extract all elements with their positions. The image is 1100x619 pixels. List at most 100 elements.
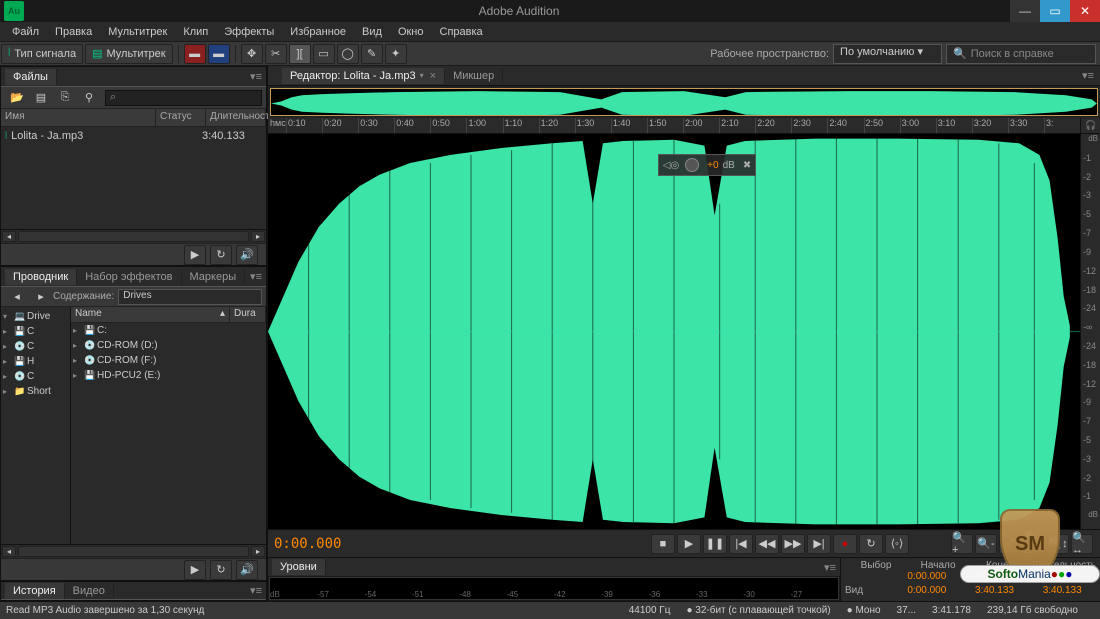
zoom-sel-button[interactable]: 🔍▭ xyxy=(1023,534,1045,554)
files-filter[interactable]: ⌕ xyxy=(105,90,262,106)
close-file-button[interactable]: ⚲ xyxy=(78,88,100,108)
video-tab[interactable]: Видео xyxy=(65,583,114,599)
files-hscroll[interactable]: ◂▸ xyxy=(1,229,266,243)
waveform-view-button[interactable]: ⦚Тип сигнала xyxy=(1,44,83,64)
loop-button[interactable]: ↻ xyxy=(859,534,883,554)
menu-window[interactable]: Окно xyxy=(390,24,432,40)
close-button[interactable]: ✕ xyxy=(1070,0,1100,22)
panel-menu-icon[interactable]: ▾≡ xyxy=(250,584,262,597)
zoom-out-vert-button[interactable]: 🔍↔ xyxy=(1071,534,1093,554)
menu-effects[interactable]: Эффекты xyxy=(216,24,282,40)
play-button[interactable]: ▶ xyxy=(677,534,701,554)
forward-button[interactable]: ▶▶ xyxy=(781,534,805,554)
volume-knob[interactable] xyxy=(685,158,699,172)
title-bar: Au Adobe Audition — ▭ ✕ xyxy=(0,0,1100,22)
audio-file-icon: ⦚ xyxy=(5,131,7,142)
spectral-freq-button[interactable]: ▬ xyxy=(184,44,206,64)
chevron-down-icon[interactable]: ▾ xyxy=(420,71,424,80)
tool-lasso[interactable]: ◯ xyxy=(337,44,359,64)
browser-auto-button[interactable]: 🔊 xyxy=(236,560,258,580)
help-search[interactable]: 🔍Поиск в справке xyxy=(946,44,1096,64)
volume-hud[interactable]: ◁◎ +0dB ✖ xyxy=(658,154,756,176)
menu-bar: Файл Правка Мультитрек Клип Эффекты Избр… xyxy=(0,22,1100,42)
view-start[interactable]: 0:00.000 xyxy=(893,585,961,599)
new-file-button[interactable]: ▤ xyxy=(30,88,52,108)
minimize-button[interactable]: — xyxy=(1010,0,1040,22)
editor-tab[interactable]: Редактор: Lolita - Ja.mp3▾× xyxy=(282,68,445,84)
zoom-out-button[interactable]: 🔍- xyxy=(975,534,997,554)
close-icon[interactable]: × xyxy=(430,70,436,82)
panel-menu-icon[interactable]: ▾≡ xyxy=(250,70,262,83)
headphone-icon[interactable]: 🎧 xyxy=(1080,118,1100,133)
stop-button[interactable]: ■ xyxy=(651,534,675,554)
tool-time[interactable]: ][ xyxy=(289,44,311,64)
browser-play-button[interactable]: ▶ xyxy=(184,560,206,580)
preview-autoplay-button[interactable]: 🔊 xyxy=(236,245,258,265)
menu-clip[interactable]: Клип xyxy=(175,24,216,40)
tool-move[interactable]: ✥ xyxy=(241,44,263,64)
maximize-button[interactable]: ▭ xyxy=(1040,0,1070,22)
preview-loop-button[interactable]: ↻ xyxy=(210,245,232,265)
browser-tab-explorer[interactable]: Проводник xyxy=(5,269,77,285)
mixer-tab[interactable]: Микшер xyxy=(445,68,503,84)
sel-dur[interactable]: 0:00.000 xyxy=(1028,571,1096,585)
waveform-overview[interactable] xyxy=(270,88,1098,116)
file-row[interactable]: ⦚ Lolita - Ja.mp3 3:40.133 xyxy=(1,127,266,145)
file-duration: 3:40.133 xyxy=(202,130,262,142)
workspace-select[interactable]: По умолчанию ▾ xyxy=(833,44,942,64)
transport-bar: 0:00.000 ■ ▶ ❚❚ |◀ ◀◀ ▶▶ ▶| ● ↻ ⟨◦⟩ 🔍+ 🔍… xyxy=(268,529,1100,557)
app-title: Adobe Audition xyxy=(28,4,1010,18)
timecode-display[interactable]: 0:00.000 xyxy=(274,536,534,552)
menu-file[interactable]: Файл xyxy=(4,24,47,40)
browser-hscroll[interactable]: ◂▸ xyxy=(1,544,266,558)
pin-icon[interactable]: ✖ xyxy=(743,160,751,171)
browser-back-button[interactable]: ◂ xyxy=(6,287,28,307)
browser-tab-effects[interactable]: Набор эффектов xyxy=(77,269,181,285)
zoom-in-vert-button[interactable]: 🔍↕ xyxy=(1047,534,1069,554)
browser-list[interactable]: Name ▴ Dura ▸💾C: ▸💿CD-ROM (D:) ▸💿CD-ROM … xyxy=(71,307,266,544)
browser-tab-markers[interactable]: Маркеры xyxy=(182,269,246,285)
record-button[interactable]: ● xyxy=(833,534,857,554)
menu-view[interactable]: Вид xyxy=(354,24,390,40)
drives-select[interactable]: Drives xyxy=(118,289,262,305)
goto-end-button[interactable]: ▶| xyxy=(807,534,831,554)
waveform-display[interactable]: ◁◎ +0dB ✖ xyxy=(268,134,1080,529)
tool-brush[interactable]: ✎ xyxy=(361,44,383,64)
tool-razor[interactable]: ✂ xyxy=(265,44,287,64)
menu-edit[interactable]: Правка xyxy=(47,24,100,40)
browser-panel: Проводник Набор эффектов Маркеры ▾≡ ◂ ▸ … xyxy=(0,266,267,581)
browser-fwd-button[interactable]: ▸ xyxy=(30,287,52,307)
tool-heal[interactable]: ✦ xyxy=(385,44,407,64)
browser-loop-button[interactable]: ↻ xyxy=(210,560,232,580)
view-dur[interactable]: 3:40.133 xyxy=(1028,585,1096,599)
sel-end[interactable]: 0:00.000 xyxy=(961,571,1029,585)
multitrack-view-button[interactable]: ▤Мультитрек xyxy=(85,44,173,64)
pan-icon: ◁◎ xyxy=(663,160,679,171)
spectral-pitch-button[interactable]: ▬ xyxy=(208,44,230,64)
pause-button[interactable]: ❚❚ xyxy=(703,534,727,554)
sel-start[interactable]: 0:00.000 xyxy=(893,571,961,585)
open-file-button[interactable]: 📂 xyxy=(6,88,28,108)
files-list[interactable]: ⦚ Lolita - Ja.mp3 3:40.133 xyxy=(1,127,266,229)
menu-multitrack[interactable]: Мультитрек xyxy=(100,24,175,40)
timeline-ruler[interactable]: hмс 0:100:20 0:300:40 0:501:00 1:101:20 … xyxy=(268,118,1100,134)
zoom-full-button[interactable]: ⤢ xyxy=(999,534,1021,554)
preview-play-button[interactable]: ▶ xyxy=(184,245,206,265)
skip-selection-button[interactable]: ⟨◦⟩ xyxy=(885,534,909,554)
zoom-in-button[interactable]: 🔍+ xyxy=(951,534,973,554)
rewind-button[interactable]: ◀◀ xyxy=(755,534,779,554)
menu-favorites[interactable]: Избранное xyxy=(282,24,354,40)
panel-menu-icon[interactable]: ▾≡ xyxy=(250,270,262,283)
import-button[interactable]: ⎘ xyxy=(54,88,76,108)
view-end[interactable]: 3:40.133 xyxy=(961,585,1029,599)
search-icon: 🔍 xyxy=(953,47,967,60)
levels-tab[interactable]: Уровни xyxy=(272,559,326,575)
panel-menu-icon[interactable]: ▾≡ xyxy=(824,561,836,574)
drive-tree[interactable]: ▾💻Drive ▸💾C ▸💿C ▸💾H ▸💿C ▸📁Short xyxy=(1,307,71,544)
history-tab[interactable]: История xyxy=(5,583,65,599)
goto-start-button[interactable]: |◀ xyxy=(729,534,753,554)
files-tab[interactable]: Файлы xyxy=(5,69,57,85)
panel-menu-icon[interactable]: ▾≡ xyxy=(1082,69,1094,82)
tool-marquee[interactable]: ▭ xyxy=(313,44,335,64)
menu-help[interactable]: Справка xyxy=(432,24,491,40)
